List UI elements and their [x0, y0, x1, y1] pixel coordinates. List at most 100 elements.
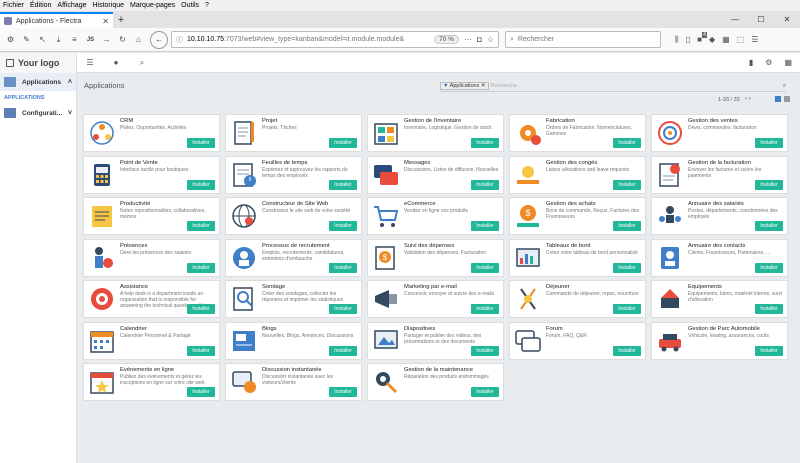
install-button[interactable]: Installer: [187, 179, 215, 190]
download-icon[interactable]: ⤓: [51, 32, 66, 47]
js-icon[interactable]: JS: [83, 32, 98, 47]
install-button[interactable]: Installer: [187, 304, 215, 314]
install-button[interactable]: Installer: [471, 304, 499, 314]
info-icon[interactable]: ⓘ: [176, 35, 183, 45]
install-button[interactable]: Installer: [187, 221, 215, 231]
install-button[interactable]: Installer: [613, 179, 641, 190]
install-button[interactable]: Installer: [187, 345, 215, 356]
install-button[interactable]: Installer: [613, 304, 641, 314]
app-card-crm[interactable]: CRM Pistes, Opportunités, Activités Inst…: [83, 114, 220, 152]
install-button[interactable]: Installer: [187, 262, 215, 273]
app-card-inventory[interactable]: Gestion de l'inventaire Inventaire, Logi…: [367, 114, 504, 152]
app-card-livechat[interactable]: Discussion instantanée Discussion instan…: [225, 363, 362, 401]
sidebar-icon[interactable]: ▯: [686, 35, 690, 45]
app-card-notes[interactable]: Productivité Notes repositionnables, col…: [83, 197, 220, 235]
search-icon[interactable]: ⌕: [783, 83, 786, 90]
list-view-icon[interactable]: [784, 96, 790, 102]
close-tab-icon[interactable]: ✕: [102, 17, 109, 26]
app-card-invoicing[interactable]: Gestion de la facturation Envoyer les fa…: [651, 155, 788, 194]
install-button[interactable]: Installer: [471, 262, 499, 273]
app-card-calendar[interactable]: Calendrier Calendrier Personnel & Partag…: [83, 321, 220, 360]
install-button[interactable]: Installer: [471, 179, 499, 190]
install-button[interactable]: Installer: [755, 138, 783, 148]
page-actions-icon[interactable]: ···: [464, 35, 472, 44]
close-window-icon[interactable]: ✕: [774, 11, 800, 28]
menu-item[interactable]: Marque-pages: [130, 2, 175, 9]
zoom-indicator[interactable]: 70 %: [434, 35, 459, 44]
menu-item[interactable]: Historique: [92, 2, 124, 9]
install-button[interactable]: Installer: [471, 138, 499, 148]
remove-facet-icon[interactable]: ✕: [481, 83, 486, 89]
app-card-timesheet[interactable]: Feuilles de temps Exprimez et approuvez …: [225, 155, 362, 194]
menu-item[interactable]: Fichier: [3, 2, 24, 9]
menu-item[interactable]: Outils: [181, 2, 199, 9]
next-page-icon[interactable]: ›: [749, 96, 751, 102]
puzzle-icon[interactable]: ◆: [709, 35, 715, 45]
app-card-mrp[interactable]: Fabrication Ordres de Fabrication, Nomen…: [509, 114, 646, 152]
app-card-project[interactable]: Projet Projets, Tâches Installer: [225, 114, 362, 152]
library-icon[interactable]: ⫼: [675, 35, 679, 45]
menu-item[interactable]: ?: [205, 2, 209, 9]
install-button[interactable]: Installer: [755, 221, 783, 231]
install-button[interactable]: Installer: [613, 138, 641, 148]
search-input[interactable]: Recherche...: [491, 83, 522, 89]
install-button[interactable]: Installer: [471, 387, 499, 397]
url-bar[interactable]: ⓘ 10.10.10.75 :7073/web#view_type=kanban…: [171, 31, 499, 48]
app-card-dashboards[interactable]: Tableaux de bord Créez votre tableau de …: [509, 238, 646, 277]
search-box[interactable]: ▼ Applications ✕ Recherche... ⌕: [440, 81, 786, 92]
app-card-blogs[interactable]: Blogs Nouvelles, Blogs, Annonces, Discus…: [225, 321, 362, 360]
app-card-contacts[interactable]: Annuaire des contacts Clients, Fournisse…: [651, 238, 788, 277]
menu-item[interactable]: Édition: [30, 2, 51, 9]
minimize-icon[interactable]: —: [722, 11, 748, 28]
screenshot-icon[interactable]: ⬚: [737, 35, 745, 45]
gear-icon[interactable]: ⚙: [3, 32, 18, 47]
cursor-icon[interactable]: ↖: [35, 32, 50, 47]
reload-icon[interactable]: ↻: [115, 32, 130, 47]
user-icon[interactable]: ●: [103, 53, 129, 73]
menu-toggle-icon[interactable]: ☰: [77, 53, 103, 73]
app-card-helpdesk[interactable]: Assistance A help desk is a department i…: [83, 280, 220, 318]
app-logo[interactable]: Your logo: [0, 52, 77, 73]
browser-search-field[interactable]: ⌕ Rechercher: [505, 31, 661, 48]
pager-value[interactable]: 1-33 / 33: [718, 97, 740, 103]
sidebar-subitem-applications[interactable]: APPLICATIONS: [0, 91, 76, 104]
app-card-website[interactable]: Constructeur de Site Web Construisez le …: [225, 197, 362, 235]
app-card-slides[interactable]: Diapositives Partager et publier des vid…: [367, 321, 504, 360]
app-card-survey[interactable]: Sondage Créer des sondages, collecter le…: [225, 280, 362, 318]
app-card-equipment[interactable]: Equipements Equipements, biens, matériel…: [651, 280, 788, 318]
prev-page-icon[interactable]: ‹: [745, 96, 747, 102]
install-button[interactable]: Installer: [471, 345, 499, 356]
sidebar-item-configuration[interactable]: Configurati... ˅: [0, 104, 76, 122]
app-card-expenses[interactable]: $ Suivi des dépenses Validation des dépe…: [367, 238, 504, 277]
app-card-forum[interactable]: Forum Forum, FAQ, Q&R Installer: [509, 321, 646, 360]
install-button[interactable]: Installer: [329, 138, 357, 148]
app-card-lunch[interactable]: Déjeuner Commande de déjeuner, repas, no…: [509, 280, 646, 318]
extension-badge-icon[interactable]: ■ 4: [697, 31, 707, 45]
grid-icon[interactable]: ▦: [722, 35, 730, 45]
pocket-icon[interactable]: ◘: [477, 35, 482, 44]
install-button[interactable]: Installer: [613, 345, 641, 356]
install-button[interactable]: Installer: [755, 179, 783, 190]
app-card-maintenance[interactable]: Gestion de la maintenance Réparation des…: [367, 363, 504, 401]
app-card-attendance[interactable]: Présences Gère les présences des salarié…: [83, 238, 220, 277]
forward-arrow-icon[interactable]: →: [99, 32, 114, 47]
new-tab-button[interactable]: +: [113, 12, 129, 28]
install-button[interactable]: Installer: [613, 221, 641, 231]
install-button[interactable]: Installer: [329, 345, 357, 356]
settings-icon[interactable]: ⚙: [765, 58, 772, 67]
bookmark-icon[interactable]: ▮: [749, 58, 753, 67]
app-card-mailing[interactable]: Marketing par e-mail Concevoir, envoyer …: [367, 280, 504, 318]
install-button[interactable]: Installer: [329, 262, 357, 273]
app-card-events[interactable]: Événements en ligne Publiez des événemen…: [83, 363, 220, 401]
install-button[interactable]: Installer: [329, 387, 357, 397]
app-search-icon[interactable]: ⌕: [129, 53, 155, 73]
home-icon[interactable]: ⌂: [131, 32, 146, 47]
grid-menu-icon[interactable]: ▦: [784, 58, 792, 67]
install-button[interactable]: Installer: [755, 262, 783, 273]
app-card-recruitment[interactable]: Processus de recrutement Emplois, recrut…: [225, 238, 362, 277]
back-button-icon[interactable]: ←: [150, 30, 168, 49]
kanban-view-icon[interactable]: [775, 96, 781, 102]
app-card-ecommerce[interactable]: eCommerce Vendez en ligne vos produits I…: [367, 197, 504, 235]
browser-tab[interactable]: Applications - Flectra ✕: [0, 12, 113, 28]
maximize-icon[interactable]: ☐: [748, 11, 774, 28]
